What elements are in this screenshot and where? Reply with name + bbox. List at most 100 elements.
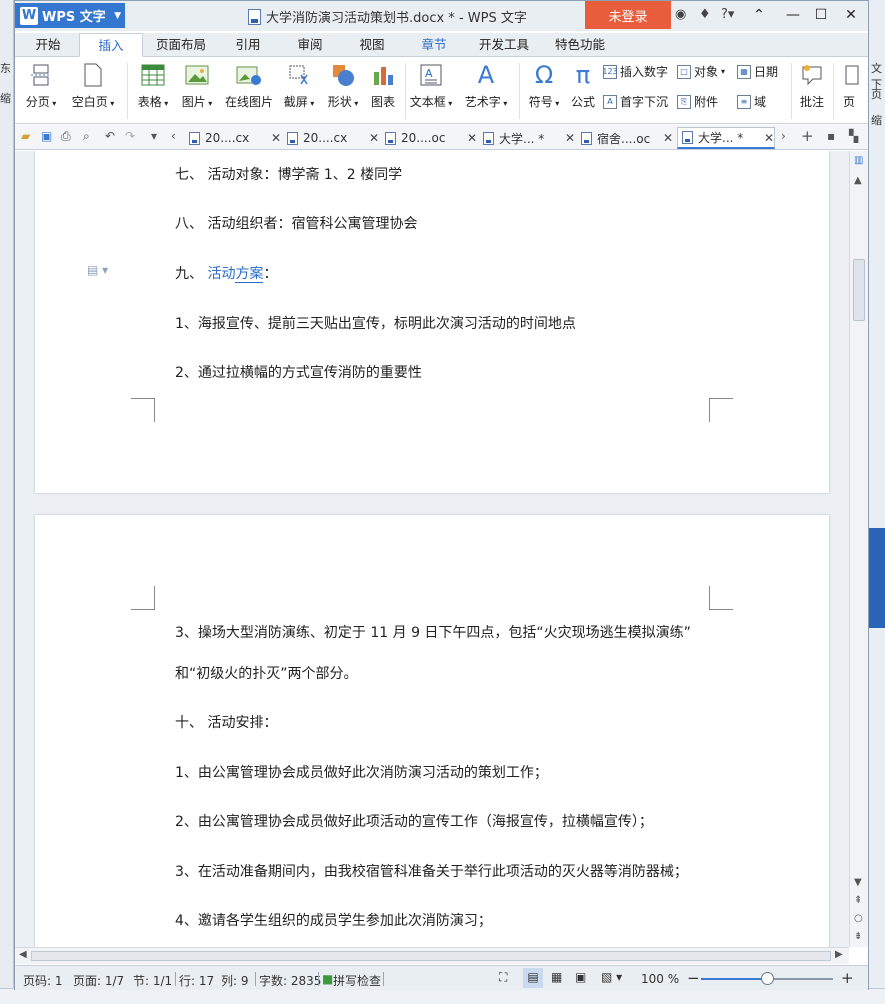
wordart-button[interactable]: A 艺术字 [461,61,511,110]
vertical-scrollbar[interactable]: ▥ ▲ ▼ ⇞ ○ ⇟ [849,151,868,947]
attachment-button[interactable]: ⎘ 附件 [677,93,718,110]
tab-list-icon[interactable]: ▪ [827,129,835,143]
scroll-left-icon[interactable]: ◀ [19,949,27,960]
login-button[interactable]: 未登录 [585,1,671,29]
window-switch-icon[interactable]: ▚ [849,129,858,143]
print-preview-icon[interactable]: ⌕ [83,129,90,144]
scroll-up-icon[interactable]: ▲ [854,175,862,186]
close-tab-icon[interactable]: ✕ [565,131,575,145]
chevron-right-icon[interactable]: › [781,129,786,143]
tab-references[interactable]: 引用 [225,33,271,57]
shape-label: 形状 [323,93,363,110]
heading-link-activity[interactable]: 活动 [207,266,235,282]
field-button[interactable]: ≡ 域 [737,93,766,110]
textbox-button[interactable]: A 文本框 [407,61,455,110]
status-pages[interactable]: 页面: 1/7 [73,972,124,989]
page-view-icon[interactable]: ▤ [523,968,543,988]
chart-button[interactable]: 图表 [365,61,401,110]
zoom-slider-knob[interactable] [761,972,774,985]
doc-tab[interactable]: 20....cx ✕ [283,127,379,149]
date-button[interactable]: ▦ 日期 [737,63,778,80]
tab-chapter[interactable]: 章节 [411,33,457,57]
previous-page-icon[interactable]: ⇞ [854,895,862,906]
tab-review[interactable]: 审阅 [287,33,333,57]
tab-special[interactable]: 特色功能 [549,33,611,57]
scroll-right-icon[interactable]: ▶ [835,949,843,960]
table-button[interactable]: 表格 [133,61,173,110]
status-spell-check[interactable]: 拼写检查 [333,972,381,989]
shirt-icon[interactable]: ♦ [699,7,711,22]
drop-cap-button[interactable]: A 首字下沉 [603,93,668,110]
picture-button[interactable]: 图片 [177,61,217,110]
close-tab-icon[interactable]: ✕ [764,131,774,145]
zoom-slider[interactable] [701,972,833,985]
comment-button[interactable]: 批注 [795,61,829,110]
zoom-out-icon[interactable]: − [687,969,700,987]
doc-tab[interactable]: 20....oc ✕ [381,127,477,149]
horizontal-scrollbar[interactable]: ◀ ▶ [15,947,849,964]
tab-developer[interactable]: 开发工具 [473,33,535,57]
heading-link-plan[interactable]: 方案 [235,266,264,283]
online-picture-button[interactable]: 在线图片 [223,61,275,110]
paragraph-marker-icon[interactable]: ▤ ▾ [87,263,108,277]
screenshot-button[interactable]: 截屏 [279,61,319,110]
browse-object-icon[interactable]: ○ [854,913,863,924]
close-button[interactable]: ✕ [837,4,865,26]
save-icon[interactable]: ▣ [41,129,52,143]
chevron-down-icon: ▼ [114,10,121,21]
textbox-icon: A [418,61,444,89]
maximize-button[interactable]: ☐ [807,4,835,26]
page: 3、操场大型消防演练、初定于 11 月 9 日下午四点，包括“火灾现场逃生模拟演… [35,515,829,947]
web-view-icon[interactable]: ▣ [575,970,586,984]
zoom-level[interactable]: 100 % [641,972,679,986]
blank-page-button[interactable]: 空白页 [65,61,121,110]
doc-tab[interactable]: 宿舍....oc ✕ [577,127,673,149]
open-folder-icon[interactable]: ▰ [21,129,30,143]
document-area[interactable]: 七、 活动对象：博学斋 1、2 楼同学 八、 活动组织者：宿管科公寓管理协会 ▤… [15,151,849,947]
minimize-button[interactable]: — [779,4,807,26]
next-page-icon[interactable]: ⇟ [854,931,862,942]
tab-start[interactable]: 开始 [25,33,71,57]
reading-view-icon[interactable]: ▧ ▾ [601,970,622,984]
shape-button[interactable]: 形状 [323,61,363,110]
fullscreen-view-icon[interactable]: ⛶ [499,970,507,985]
skin-icon[interactable]: ◉ [675,7,686,22]
scroll-down-icon[interactable]: ▼ [854,877,862,888]
insert-number-button[interactable]: 123 插入数字 [602,63,668,80]
object-button[interactable]: □ 对象 ▾ [677,63,725,80]
close-tab-icon[interactable]: ✕ [369,131,379,145]
doc-tab[interactable]: 大学... * ✕ [479,127,575,149]
chart-label: 图表 [370,95,395,109]
quick-access-dropdown-icon[interactable]: ▾ [151,129,157,143]
close-tab-icon[interactable]: ✕ [271,131,281,145]
chevron-left-icon[interactable]: ‹ [171,129,176,143]
navigation-pane-icon[interactable]: ▥ [854,155,863,166]
help-button[interactable]: ?▾ [721,7,734,22]
outline-view-icon[interactable]: ▦ [551,970,562,984]
collapse-ribbon-icon[interactable]: ⌃ [745,4,773,26]
close-tab-icon[interactable]: ✕ [663,131,673,145]
paragraph: 3、在活动准备期间内，由我校宿管科准备关于举行此项活动的灭火器等消防器械； [175,864,688,880]
paragraph: 3、操场大型消防演练、初定于 11 月 9 日下午四点，包括“火灾现场逃生模拟演… [175,625,691,641]
page-button[interactable]: 页 [839,61,859,110]
close-tab-icon[interactable]: ✕ [467,131,477,145]
h-scroll-thumb[interactable] [31,951,831,961]
status-word-count[interactable]: 字数: 2835 [259,972,321,989]
formula-button[interactable]: π 公式 [567,61,599,110]
page-break-button[interactable]: 分页 [21,61,61,110]
redo-icon[interactable]: ↷ [125,129,135,143]
new-tab-icon[interactable]: + [801,127,814,145]
scroll-thumb[interactable] [853,259,865,321]
zoom-in-icon[interactable]: + [841,969,854,987]
app-menu-button[interactable]: W WPS 文字 ▼ [15,3,125,28]
doc-tab[interactable]: 20....cx ✕ [185,127,281,149]
background-text: 东 [0,62,11,75]
comment-icon [799,61,825,89]
undo-icon[interactable]: ↶ [105,129,115,143]
tab-view[interactable]: 视图 [349,33,395,57]
doc-tab-active[interactable]: 大学... * ✕ [677,127,775,149]
print-icon[interactable]: ⎙ [61,129,71,144]
tab-page-layout[interactable]: 页面布局 [149,33,213,57]
tab-insert[interactable]: 插入 [79,33,143,57]
symbol-button[interactable]: Ω 符号 [523,61,565,110]
